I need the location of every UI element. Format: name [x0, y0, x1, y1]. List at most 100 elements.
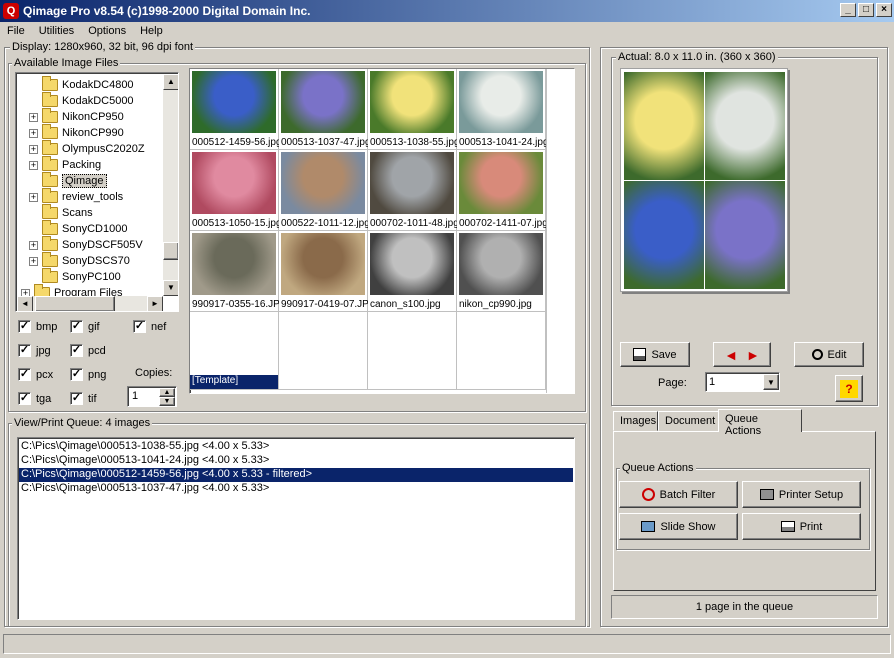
tree-item[interactable]: + SonyDSCS70 [16, 252, 164, 269]
print-preview-page[interactable] [620, 68, 788, 292]
thumbnail[interactable]: 000512-1459-56.jpg [190, 69, 282, 150]
thumbnail[interactable]: 000513-1038-55.jpg [368, 69, 460, 150]
queue-item[interactable]: C:\Pics\Qimage\000513-1038-55.jpg <4.00 … [19, 440, 573, 454]
thumbnail[interactable]: 000702-1411-07.jpg [457, 150, 548, 231]
expand-icon[interactable]: + [29, 128, 38, 138]
tree-item-label: Scans [62, 207, 93, 219]
status-bar [3, 634, 891, 654]
thumbnail[interactable]: nikon_cp990.jpg [457, 231, 546, 312]
empty-cell [279, 312, 368, 390]
title-bar[interactable]: Q Qimage Pro v8.54 (c)1998-2000 Digital … [0, 0, 894, 22]
expand-icon[interactable]: + [29, 192, 38, 202]
tree-vscroll-thumb[interactable] [163, 242, 178, 260]
thumbnail[interactable]: 990917-0355-16.JPG [190, 231, 288, 312]
expand-icon[interactable]: + [29, 112, 38, 122]
tree-item-label: KodakDC5000 [62, 95, 134, 107]
expand-icon[interactable]: + [29, 160, 38, 170]
thumbnail-caption: 990917-0419-07.JPG [281, 299, 377, 310]
thumbnail[interactable]: canon_s100.jpg [368, 231, 457, 312]
filter-jpg-checkbox[interactable]: ✓ jpg [18, 344, 51, 357]
copies-spinner[interactable]: 1 ▲ ▼ [127, 386, 177, 407]
scroll-down-icon[interactable]: ▼ [163, 280, 178, 296]
tree-item[interactable]: SonyCD1000 [16, 220, 164, 237]
filter-label: tga [36, 392, 52, 405]
chevron-down-icon[interactable]: ▼ [763, 374, 779, 390]
tree-item[interactable]: + Packing [16, 156, 164, 173]
filter-png-checkbox[interactable]: ✓ png [70, 368, 106, 381]
filter-tga-checkbox[interactable]: ✓ tga [18, 392, 51, 405]
queue-item[interactable]: C:\Pics\Qimage\000513-1041-24.jpg <4.00 … [19, 454, 573, 468]
scroll-right-icon[interactable]: ► [147, 296, 163, 311]
tab-images[interactable]: Images [613, 411, 658, 431]
expand-icon[interactable]: + [29, 256, 38, 266]
print-button[interactable]: Print [742, 513, 861, 540]
scroll-left-icon[interactable]: ◄ [17, 296, 33, 311]
magnifier-icon [811, 349, 823, 360]
thumbnail[interactable]: 990917-0419-07.JPG [279, 231, 377, 312]
template-cell[interactable]: [Template] [190, 312, 279, 390]
expand-icon[interactable]: + [29, 144, 38, 154]
checkmark-icon: ✓ [18, 368, 31, 381]
printer-setup-button[interactable]: Printer Setup [742, 481, 861, 508]
tab-queue-actions[interactable]: Queue Actions [718, 409, 802, 437]
filter-tif-checkbox[interactable]: ✓ tif [70, 392, 97, 405]
tree-hscroll-thumb[interactable] [35, 296, 115, 311]
tab-document[interactable]: Document [658, 411, 719, 431]
thumbnail-grid[interactable]: 000512-1459-56.jpg 000513-1037-47.jpg 0005… [189, 68, 575, 394]
page-select[interactable]: 1 ▼ [705, 372, 780, 392]
tree-hscrollbar[interactable]: ◄ ► [17, 296, 163, 311]
thumbnail-image [370, 233, 454, 295]
folder-icon [42, 108, 58, 123]
slide-show-button[interactable]: Slide Show [619, 513, 738, 540]
tree-item[interactable]: + OlympusC2020Z [16, 140, 164, 157]
menu-file[interactable]: File [0, 25, 32, 37]
empty-cell [368, 312, 457, 390]
tree-item[interactable]: + SonyDSCF505V [16, 236, 164, 253]
save-button[interactable]: Save [620, 342, 690, 367]
batch-filter-button[interactable]: Batch Filter [619, 481, 738, 508]
edit-button[interactable]: Edit [794, 342, 864, 367]
help-button[interactable]: ? [835, 375, 863, 402]
prev-page-icon[interactable]: ◄ [724, 347, 738, 363]
folder-icon [42, 204, 58, 219]
minimize-button[interactable]: _ [840, 3, 856, 17]
queue-list[interactable]: C:\Pics\Qimage\000513-1038-55.jpg <4.00 … [17, 437, 575, 620]
tree-item[interactable]: KodakDC4800 [16, 76, 164, 93]
filter-gif-checkbox[interactable]: ✓ gif [70, 320, 100, 333]
next-page-icon[interactable]: ► [746, 347, 760, 363]
close-button[interactable]: × [876, 3, 892, 17]
queue-item[interactable]: C:\Pics\Qimage\000512-1459-56.jpg <4.00 … [19, 468, 573, 482]
menu-options[interactable]: Options [81, 25, 133, 37]
menu-help[interactable]: Help [133, 25, 170, 37]
tree-item[interactable]: KodakDC5000 [16, 92, 164, 109]
queue-actions-label: Queue Actions [620, 462, 696, 474]
menu-utilities[interactable]: Utilities [32, 25, 81, 37]
folder-tree[interactable]: KodakDC4800 KodakDC5000 + NikonCP950 + NikonC… [15, 72, 179, 312]
tree-item-label: KodakDC4800 [62, 79, 134, 91]
tree-item-label: Qimage [62, 174, 107, 188]
tree-item[interactable]: Qimage [16, 172, 164, 189]
expand-icon[interactable]: + [29, 240, 38, 250]
filter-pcx-checkbox[interactable]: ✓ pcx [18, 368, 53, 381]
tree-item[interactable]: + NikonCP990 [16, 124, 164, 141]
filter-pcd-checkbox[interactable]: ✓ pcd [70, 344, 106, 357]
tree-item[interactable]: SonyPC100 [16, 268, 164, 285]
thumbnail[interactable]: 000513-1037-47.jpg [279, 69, 371, 150]
thumbnail[interactable]: 000513-1050-15.jpg [190, 150, 282, 231]
queue-item[interactable]: C:\Pics\Qimage\000513-1037-47.jpg <4.00 … [19, 482, 573, 496]
spin-up-icon[interactable]: ▲ [159, 388, 175, 397]
tree-item[interactable]: + NikonCP950 [16, 108, 164, 125]
thumbnail[interactable]: 000522-1011-12.jpg [279, 150, 370, 231]
spin-down-icon[interactable]: ▼ [159, 397, 175, 406]
thumbnail[interactable]: 000702-1011-48.jpg [368, 150, 459, 231]
checkmark-icon: ✓ [18, 392, 31, 405]
tree-item[interactable]: Scans [16, 204, 164, 221]
thumbnail[interactable]: 000513-1041-24.jpg [457, 69, 549, 150]
maximize-button[interactable]: □ [858, 3, 874, 17]
scroll-up-icon[interactable]: ▲ [163, 74, 178, 90]
filter-nef-checkbox[interactable]: ✓ nef [133, 320, 166, 333]
tree-vscrollbar[interactable]: ▲ ▼ [163, 74, 178, 296]
filter-label: gif [88, 320, 100, 333]
filter-bmp-checkbox[interactable]: ✓ bmp [18, 320, 57, 333]
tree-item[interactable]: + review_tools [16, 188, 164, 205]
